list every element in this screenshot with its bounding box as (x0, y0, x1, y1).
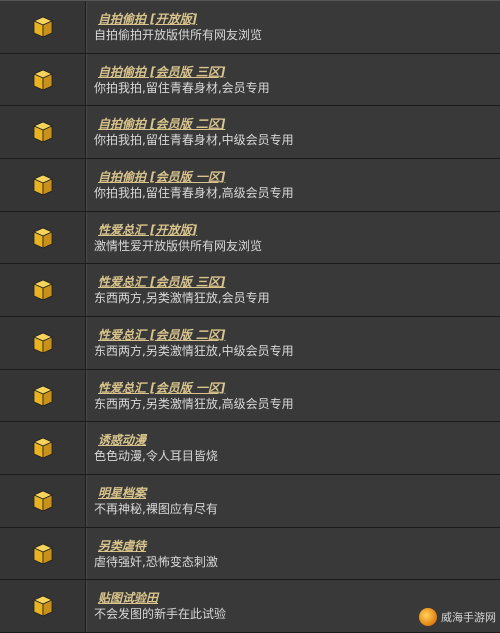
forum-cube-icon (33, 543, 53, 565)
forum-row: 性爱总汇 [会员版 一区] 东西两方,另类激情狂放,高级会员专用 (0, 370, 500, 423)
forum-info: 另类虐待 虐待强奸,恐怖变态刺激 (86, 528, 500, 580)
forum-description: 东西两方,另类激情狂放,中级会员专用 (94, 344, 500, 359)
forum-info: 性爱总汇 [会员版 一区] 东西两方,另类激情狂放,高级会员专用 (86, 370, 500, 422)
forum-cube-icon (33, 227, 53, 249)
forum-title-link[interactable]: 自拍偷拍 [开放版] (98, 12, 500, 27)
forum-title-link[interactable]: 性爱总汇 [会员版 三区] (98, 275, 500, 290)
forum-info: 自拍偷拍 [会员版 二区] 你拍我拍,留住青春身材,中级会员专用 (86, 106, 500, 158)
forum-title-link[interactable]: 自拍偷拍 [会员版 三区] (98, 65, 500, 80)
forum-title-link[interactable]: 另类虐待 (98, 539, 500, 554)
icon-cell (0, 528, 86, 580)
forum-info: 性爱总汇 [会员版 三区] 东西两方,另类激情狂放,会员专用 (86, 264, 500, 316)
forum-row: 明星档案 不再神秘,裸图应有尽有 (0, 475, 500, 528)
forum-cube-icon (33, 121, 53, 143)
icon-cell (0, 580, 86, 632)
forum-description: 你拍我拍,留住青春身材,会员专用 (94, 81, 500, 96)
forum-title-link[interactable]: 自拍偷拍 [会员版 一区] (98, 170, 500, 185)
forum-row: 自拍偷拍 [开放版] 自拍偷拍开放版供所有网友浏览 (0, 1, 500, 54)
icon-cell (0, 475, 86, 527)
forum-title-link[interactable]: 明星档案 (98, 486, 500, 501)
forum-row: 性爱总汇 [会员版 二区] 东西两方,另类激情狂放,中级会员专用 (0, 317, 500, 370)
forum-info: 诱惑动漫 色色动漫,令人耳目皆烧 (86, 422, 500, 474)
forum-description: 激情性爱开放版供所有网友浏览 (94, 239, 500, 254)
forum-row: 诱惑动漫 色色动漫,令人耳目皆烧 (0, 422, 500, 475)
forum-title-link[interactable]: 性爱总汇 [会员版 一区] (98, 381, 500, 396)
forum-title-link[interactable]: 性爱总汇 [会员版 二区] (98, 328, 500, 343)
icon-cell (0, 317, 86, 369)
forum-description: 东西两方,另类激情狂放,高级会员专用 (94, 397, 500, 412)
forum-row: 性爱总汇 [开放版] 激情性爱开放版供所有网友浏览 (0, 212, 500, 265)
icon-cell (0, 106, 86, 158)
forum-cube-icon (33, 279, 53, 301)
forum-row: 自拍偷拍 [会员版 一区] 你拍我拍,留住青春身材,高级会员专用 (0, 159, 500, 212)
forum-row: 自拍偷拍 [会员版 三区] 你拍我拍,留住青春身材,会员专用 (0, 54, 500, 107)
forum-description: 不再神秘,裸图应有尽有 (94, 502, 500, 517)
icon-cell (0, 370, 86, 422)
forum-description: 你拍我拍,留住青春身材,中级会员专用 (94, 133, 500, 148)
icon-cell (0, 1, 86, 53)
forum-title-link[interactable]: 性爱总汇 [开放版] (98, 223, 500, 238)
forum-list: 自拍偷拍 [开放版] 自拍偷拍开放版供所有网友浏览 自拍偷拍 [会员版 三区] … (0, 0, 500, 633)
forum-cube-icon (33, 69, 53, 91)
forum-cube-icon (33, 174, 53, 196)
forum-title-link[interactable]: 诱惑动漫 (98, 433, 500, 448)
forum-row: 自拍偷拍 [会员版 二区] 你拍我拍,留住青春身材,中级会员专用 (0, 106, 500, 159)
forum-cube-icon (33, 16, 53, 38)
icon-cell (0, 212, 86, 264)
forum-description: 虐待强奸,恐怖变态刺激 (94, 555, 500, 570)
forum-description: 东西两方,另类激情狂放,会员专用 (94, 291, 500, 306)
forum-info: 自拍偷拍 [会员版 三区] 你拍我拍,留住青春身材,会员专用 (86, 54, 500, 106)
icon-cell (0, 54, 86, 106)
forum-description: 自拍偷拍开放版供所有网友浏览 (94, 28, 500, 43)
watermark-text: 威海手游网 (441, 609, 496, 625)
forum-info: 自拍偷拍 [开放版] 自拍偷拍开放版供所有网友浏览 (86, 1, 500, 53)
forum-row: 性爱总汇 [会员版 三区] 东西两方,另类激情狂放,会员专用 (0, 264, 500, 317)
forum-description: 色色动漫,令人耳目皆烧 (94, 449, 500, 464)
forum-cube-icon (33, 490, 53, 512)
forum-cube-icon (33, 332, 53, 354)
forum-info: 性爱总汇 [开放版] 激情性爱开放版供所有网友浏览 (86, 212, 500, 264)
icon-cell (0, 422, 86, 474)
forum-cube-icon (33, 595, 53, 617)
icon-cell (0, 159, 86, 211)
forum-info: 自拍偷拍 [会员版 一区] 你拍我拍,留住青春身材,高级会员专用 (86, 159, 500, 211)
icon-cell (0, 264, 86, 316)
forum-info: 明星档案 不再神秘,裸图应有尽有 (86, 475, 500, 527)
forum-cube-icon (33, 385, 53, 407)
forum-info: 性爱总汇 [会员版 二区] 东西两方,另类激情狂放,中级会员专用 (86, 317, 500, 369)
forum-description: 你拍我拍,留住青春身材,高级会员专用 (94, 186, 500, 201)
watermark-logo-icon (419, 608, 437, 626)
forum-row: 另类虐待 虐待强奸,恐怖变态刺激 (0, 528, 500, 581)
watermark: 威海手游网 (419, 608, 496, 626)
forum-title-link[interactable]: 自拍偷拍 [会员版 二区] (98, 117, 500, 132)
forum-title-link[interactable]: 贴图试验田 (98, 591, 500, 606)
forum-cube-icon (33, 437, 53, 459)
